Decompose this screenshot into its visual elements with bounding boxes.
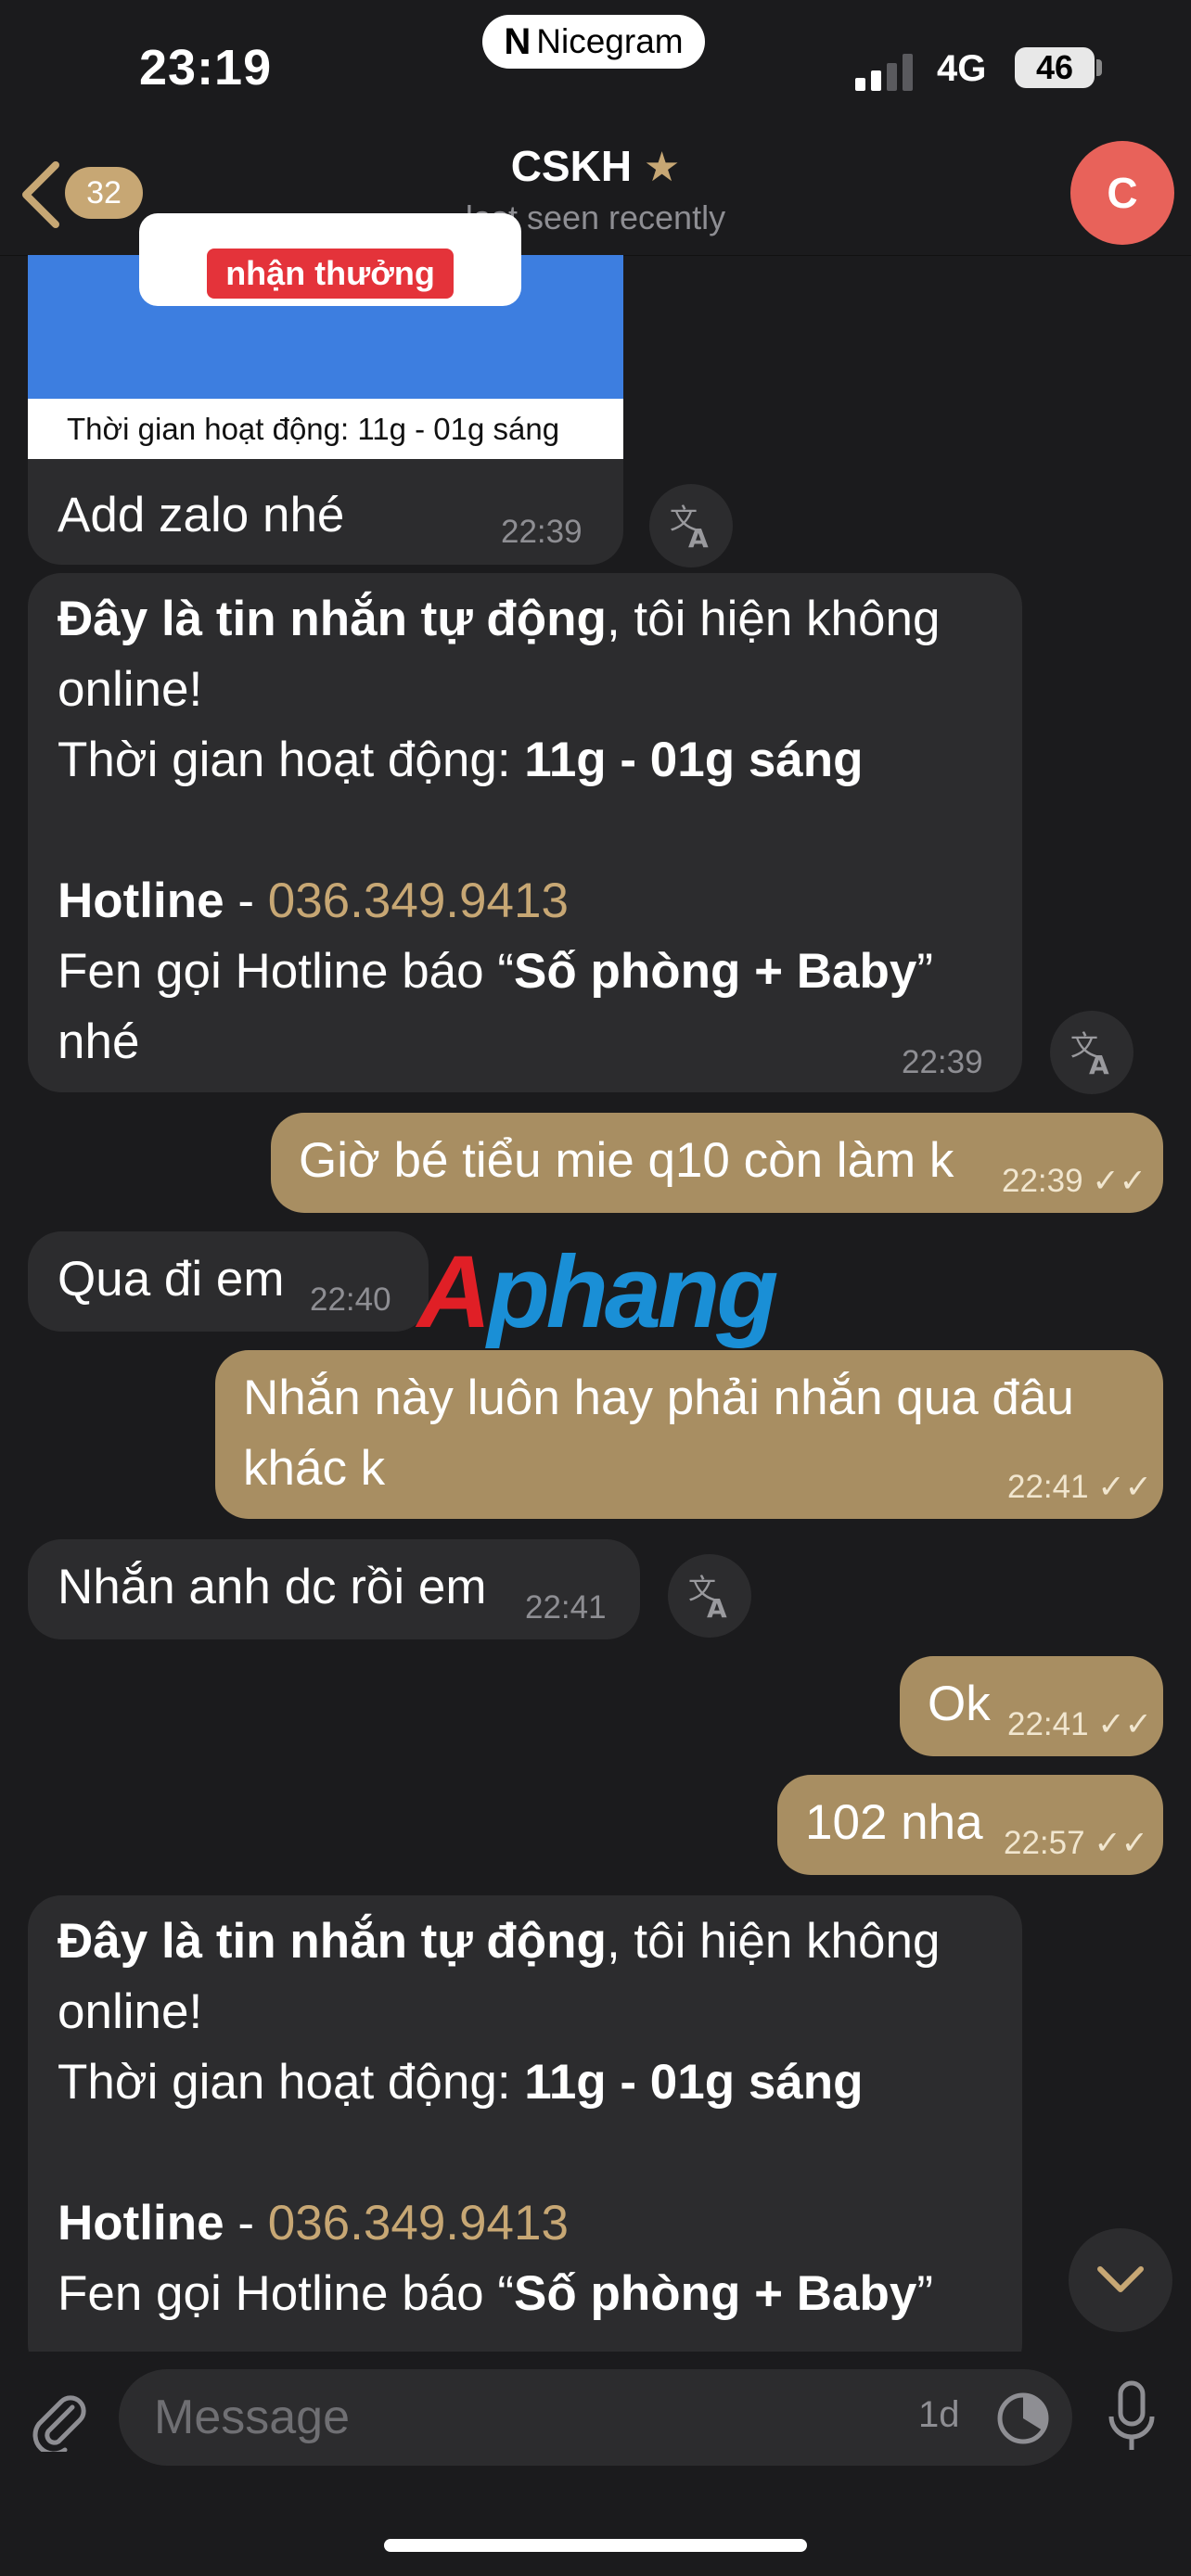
image-caption: Thời gian hoạt động: 11g - 01g sáng: [28, 399, 623, 459]
image-button-text: nhận thưởng: [207, 249, 454, 299]
hours-label: Thời gian hoạt động:: [58, 733, 525, 787]
double-check-icon: ✓✓: [1092, 1163, 1146, 1199]
app-pill-name: Nicegram: [536, 22, 684, 60]
scroll-to-bottom-button[interactable]: [1069, 2228, 1172, 2332]
message-time-value: 22:41: [1007, 1706, 1089, 1742]
message-line-2: khác k: [243, 1441, 386, 1496]
hours-value: 11g - 01g sáng: [524, 733, 864, 787]
message-text: Ok: [928, 1677, 991, 1731]
battery-tip: [1096, 59, 1102, 76]
watermark-part-2: phang: [487, 1235, 778, 1349]
svg-text:A: A: [1089, 1050, 1109, 1078]
instruction-b: ”: [916, 944, 933, 999]
hotline-label: Hotline: [58, 2196, 224, 2251]
auto-reply-text: Đây là tin nhắn tự động, tôi hiện không …: [58, 584, 1013, 1078]
message-time: 22:40: [310, 1282, 391, 1318]
svg-text:A: A: [688, 523, 709, 551]
instruction-b: ”: [916, 2266, 933, 2321]
auto-reply-line-6: Fen gọi Hotline báo “Số phòng + Baby”: [58, 2259, 1013, 2329]
message-text: Nhắn này luôn hay phải nhắn qua đâu khác…: [243, 1363, 1074, 1504]
instruction-a: Fen gọi Hotline báo “: [58, 2266, 515, 2321]
translate-icon[interactable]: 文A: [649, 484, 733, 567]
star-icon: ★: [643, 145, 681, 190]
double-check-icon: ✓✓: [1094, 1825, 1148, 1861]
auto-reply-line-3: Thời gian hoạt động: 11g - 01g sáng: [58, 2047, 1013, 2118]
message-time-value: 22:57: [1004, 1825, 1085, 1861]
message-time-value: 22:41: [1007, 1469, 1089, 1505]
message-text: Qua đi em: [58, 1252, 285, 1307]
microphone-icon[interactable]: [1104, 2379, 1159, 2457]
double-check-icon: ✓✓: [1097, 1706, 1152, 1742]
nicegram-logo-icon: N: [504, 20, 531, 62]
message-text: Add zalo nhé: [58, 488, 345, 542]
message-time-value: 22:39: [1002, 1163, 1083, 1199]
status-time: 23:19: [139, 40, 273, 96]
message-time: 22:39 ✓✓: [1002, 1163, 1146, 1200]
message-text: Giờ bé tiểu mie q10 còn làm k: [299, 1133, 954, 1188]
auto-reply-bold: Đây là tin nhắn tự động: [58, 592, 607, 646]
auto-reply-bold: Đây là tin nhắn tự động: [58, 1914, 607, 1969]
auto-reply-line-1: Đây là tin nhắn tự động, tôi hiện không: [58, 1906, 1013, 1977]
auto-reply-rest: , tôi hiện không: [606, 1914, 941, 1969]
message-line-1: Nhắn này luôn hay phải nhắn qua đâu: [243, 1371, 1074, 1425]
translate-icon[interactable]: 文A: [668, 1554, 751, 1638]
message-time: 22:39: [902, 1044, 983, 1080]
chat-title[interactable]: CSKH ★: [0, 141, 1191, 191]
auto-reply-line-3: Thời gian hoạt động: 11g - 01g sáng: [58, 725, 1013, 796]
hours-label: Thời gian hoạt động:: [58, 2055, 525, 2110]
auto-reply-line-5: Hotline - 036.349.9413: [58, 866, 1013, 937]
auto-reply-line-2: online!: [58, 1984, 203, 2039]
timer-icon[interactable]: [994, 2390, 1052, 2447]
instruction-a: Fen gọi Hotline báo “: [58, 944, 515, 999]
auto-reply-line-1: Đây là tin nhắn tự động, tôi hiện không: [58, 584, 1013, 655]
message-time: 22:39: [501, 514, 583, 550]
image-banner: nhận thưởng: [139, 213, 521, 306]
hotline-sep: -: [224, 874, 268, 928]
watermark-logo: Aphang: [417, 1233, 778, 1351]
chat-title-text: CSKH: [510, 142, 633, 190]
message-text: 102 nha: [805, 1795, 983, 1850]
battery-icon: 46: [1015, 47, 1095, 88]
instruction-bold: Số phòng + Baby: [514, 2266, 917, 2321]
hours-value: 11g - 01g sáng: [524, 2055, 864, 2110]
auto-reply-line-2: online!: [58, 662, 203, 717]
message-time: 22:57 ✓✓: [1004, 1825, 1148, 1862]
instruction-bold: Số phòng + Baby: [514, 944, 917, 999]
hotline-label: Hotline: [58, 874, 224, 928]
hotline-sep: -: [224, 2196, 268, 2251]
message-text: Nhắn anh dc rồi em: [58, 1560, 487, 1614]
auto-reply-rest: , tôi hiện không: [606, 592, 941, 646]
svg-text:A: A: [707, 1593, 727, 1621]
auto-reply-line-5: Hotline - 036.349.9413: [58, 2188, 1013, 2259]
avatar[interactable]: C: [1070, 141, 1174, 245]
signal-icon: [855, 54, 920, 91]
message-time: 22:41 ✓✓: [1007, 1706, 1152, 1743]
auto-reply-text: Đây là tin nhắn tự động, tôi hiện không …: [58, 1906, 1013, 2329]
translate-icon[interactable]: 文A: [1050, 1011, 1133, 1094]
message-time: 22:41 ✓✓: [1007, 1469, 1152, 1506]
network-type: 4G: [937, 48, 987, 89]
hotline-link[interactable]: 036.349.9413: [268, 2196, 569, 2251]
paperclip-icon[interactable]: [26, 2387, 91, 2452]
app-pill: N Nicegram: [482, 15, 705, 69]
auto-reply-line-7: nhé: [58, 1014, 140, 1069]
home-indicator[interactable]: [384, 2539, 807, 2552]
chevron-down-icon: [1097, 2266, 1144, 2292]
auto-reply-line-6: Fen gọi Hotline báo “Số phòng + Baby”: [58, 937, 1013, 1007]
message-time: 22:41: [525, 1589, 607, 1626]
timer-label: 1d: [918, 2394, 960, 2435]
watermark-part-1: A: [417, 1235, 491, 1349]
double-check-icon: ✓✓: [1097, 1469, 1152, 1505]
hotline-link[interactable]: 036.349.9413: [268, 874, 569, 928]
